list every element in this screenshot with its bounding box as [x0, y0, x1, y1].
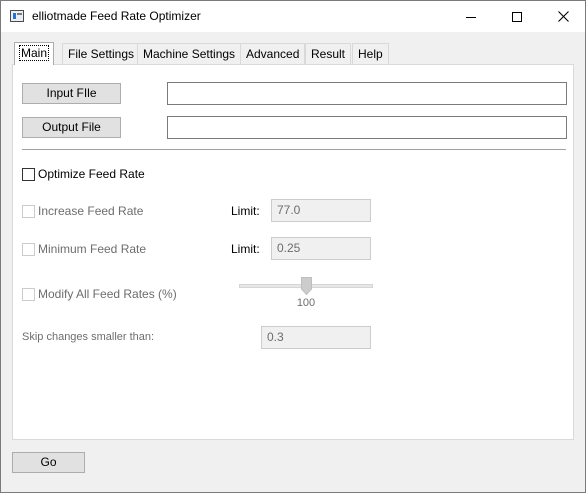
- increase-feed-rate-label: Increase Feed Rate: [38, 204, 144, 218]
- tab-label: Advanced: [246, 47, 300, 61]
- close-button[interactable]: [540, 1, 586, 32]
- tab-label: Main: [18, 45, 50, 61]
- tab-label: Machine Settings: [143, 47, 236, 61]
- output-file-button[interactable]: Output File: [22, 117, 121, 138]
- tab-label: Help: [358, 47, 383, 61]
- minimize-icon: [466, 12, 476, 22]
- minimize-button[interactable]: [448, 1, 494, 32]
- feed-rate-slider-value: 100: [296, 297, 316, 309]
- main-tab-panel: Input FIle Output File Optimize Feed Rat…: [12, 64, 574, 440]
- modify-all-feed-rates-label: Modify All Feed Rates (%): [38, 287, 177, 301]
- tab-machine-settings[interactable]: Machine Settings: [137, 43, 242, 64]
- skip-changes-label: Skip changes smaller than:: [22, 331, 155, 343]
- window-title: elliotmade Feed Rate Optimizer: [32, 9, 201, 23]
- feed-rate-slider-thumb[interactable]: [300, 277, 312, 296]
- tab-main[interactable]: Main: [14, 42, 55, 65]
- minimum-limit-field[interactable]: 0.25: [271, 237, 371, 260]
- optimize-feed-rate-label: Optimize Feed Rate: [38, 167, 145, 181]
- increase-feed-rate-checkbox[interactable]: [22, 205, 35, 218]
- tab-advanced[interactable]: Advanced: [240, 43, 306, 64]
- go-button[interactable]: Go: [12, 452, 85, 473]
- input-file-button[interactable]: Input FIle: [22, 83, 121, 104]
- close-icon: [557, 11, 569, 22]
- input-file-field[interactable]: [167, 82, 567, 105]
- separator: [22, 149, 566, 150]
- minimum-feed-rate-checkbox[interactable]: [22, 243, 35, 256]
- increase-limit-field[interactable]: 77.0: [271, 199, 371, 222]
- increase-limit-label: Limit:: [231, 204, 260, 218]
- title-bar[interactable]: elliotmade Feed Rate Optimizer: [1, 1, 585, 32]
- output-file-field[interactable]: [167, 116, 567, 139]
- minimum-feed-rate-label: Minimum Feed Rate: [38, 242, 147, 256]
- minimum-limit-label: Limit:: [231, 242, 260, 256]
- modify-all-feed-rates-checkbox[interactable]: [22, 288, 35, 301]
- tab-help[interactable]: Help: [352, 43, 389, 64]
- app-window: elliotmade Feed Rate Optimizer Main File…: [0, 0, 586, 493]
- tab-file-settings[interactable]: File Settings: [62, 43, 141, 64]
- app-icon: [10, 10, 24, 22]
- optimize-feed-rate-checkbox[interactable]: [22, 168, 35, 181]
- tab-label: File Settings: [68, 47, 135, 61]
- tab-result[interactable]: Result: [305, 43, 352, 64]
- tab-label: Result: [311, 47, 346, 61]
- maximize-icon: [512, 11, 522, 22]
- skip-changes-field[interactable]: 0.3: [261, 326, 371, 349]
- client-area: Main File Settings Machine Settings Adva…: [1, 32, 585, 492]
- maximize-button[interactable]: [494, 1, 540, 32]
